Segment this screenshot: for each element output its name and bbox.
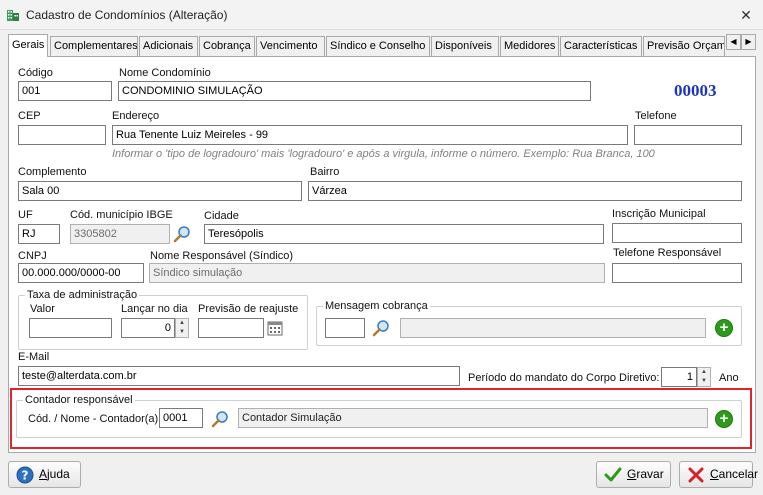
building-icon (7, 10, 19, 21)
inscricao-input[interactable] (612, 223, 742, 243)
tab-previsao-orcamento[interactable]: Previsão Orçam (643, 36, 725, 56)
cep-input[interactable] (18, 125, 106, 145)
endereco-label: Endereço (112, 110, 160, 122)
bairro-label: Bairro (310, 166, 340, 178)
spin-up-icon[interactable]: ▲ (698, 368, 710, 377)
help-button-label: juda (47, 467, 70, 481)
save-button-mnemonic: G (627, 467, 637, 481)
nome-condominio-label: Nome Condomínio (119, 67, 211, 79)
taxa-valor-label: Valor (30, 303, 55, 315)
tab-vencimento[interactable]: Vencimento (256, 36, 325, 56)
endereco-input[interactable]: Rua Tenente Luiz Meireles - 99 (112, 125, 628, 145)
uf-input[interactable]: RJ (18, 224, 60, 244)
contador-title: Contador responsável (23, 394, 135, 406)
tab-adicionais[interactable]: Adicionais (139, 36, 198, 56)
previsao-reajuste-label: Previsão de reajuste (198, 303, 299, 315)
mandato-spinner[interactable]: ▲ ▼ (697, 367, 711, 387)
title-bar: Cadastro de Condomínios (Alteração) ✕ (0, 0, 763, 30)
condominio-code-display: 00003 (674, 81, 717, 100)
inscricao-label: Inscrição Municipal (612, 208, 706, 220)
uf-label: UF (18, 209, 33, 221)
cidade-input[interactable]: Teresópolis (204, 224, 604, 244)
save-button[interactable]: Gravar (596, 461, 671, 488)
tel-responsavel-label: Telefone Responsável (613, 247, 722, 259)
telefone-input[interactable] (634, 125, 742, 145)
nome-condominio-input[interactable]: CONDOMINIO SIMULAÇÃO (118, 81, 591, 101)
mandato-unit: Ano (719, 372, 739, 384)
lancar-dia-spinner[interactable]: ▲ ▼ (175, 318, 189, 338)
lancar-dia-label: Lançar no dia (121, 303, 188, 315)
taxa-valor-input[interactable] (29, 318, 112, 338)
codigo-input[interactable]: 001 (18, 81, 112, 101)
tab-complementares[interactable]: Complementares (50, 36, 138, 56)
help-button[interactable]: ? Ajuda (8, 461, 81, 488)
question-icon: ? (16, 466, 34, 484)
cancel-button[interactable]: Cancelar (679, 461, 758, 488)
svg-text:?: ? (22, 469, 29, 483)
tab-gerais[interactable]: Gerais (8, 34, 48, 57)
calendar-icon[interactable] (266, 319, 284, 337)
tab-sindico-conselho[interactable]: Síndico e Conselho (326, 36, 430, 56)
complemento-label: Complemento (18, 166, 87, 178)
previsao-reajuste-input[interactable] (198, 318, 264, 338)
mensagem-code-input[interactable] (325, 318, 365, 338)
tab-caracteristicas[interactable]: Características (560, 36, 642, 56)
contador-code-input[interactable]: 0001 (159, 408, 203, 428)
complemento-input[interactable]: Sala 00 (18, 181, 302, 201)
save-button-label: ravar (636, 467, 664, 481)
cancel-button-mnemonic: C (710, 467, 719, 481)
mandato-input[interactable]: 1 (661, 367, 697, 387)
responsavel-label: Nome Responsável (Síndico) (150, 250, 294, 262)
tab-scroll-left-button[interactable]: ◀ (726, 34, 741, 50)
tab-strip: Gerais Complementares Adicionais Cobranç… (8, 34, 728, 57)
mensagem-text-input (400, 318, 706, 338)
x-icon (688, 467, 704, 483)
email-label: E-Mail (18, 351, 50, 363)
codigo-label: Código (18, 67, 53, 79)
email-input[interactable]: teste@alterdata.com.br (18, 366, 460, 386)
contador-name-input: Contador Simulação (238, 408, 708, 428)
cnpj-label: CNPJ (18, 250, 47, 262)
close-button[interactable]: ✕ (735, 4, 757, 26)
cancel-button-label: ancelar (718, 467, 759, 481)
lancar-dia-input[interactable]: 0 (121, 318, 175, 338)
taxa-administracao-title: Taxa de administração (25, 289, 140, 301)
telefone-label: Telefone (635, 110, 677, 122)
cidade-label: Cidade (204, 210, 239, 222)
endereco-hint: Informar o 'tipo de logradouro' mais 'lo… (112, 148, 655, 160)
tel-responsavel-input[interactable] (612, 263, 742, 283)
tab-medidores[interactable]: Medidores (500, 36, 559, 56)
mandato-label: Período do mandato do Corpo Diretivo: (468, 372, 660, 384)
tab-scroll-right-button[interactable]: ▶ (741, 34, 756, 50)
ibge-lookup-icon[interactable] (173, 225, 191, 243)
contador-label: Cód. / Nome - Contador(a) (28, 413, 159, 425)
cep-label: CEP (18, 110, 41, 122)
contador-add-icon[interactable]: + (715, 410, 733, 428)
checkmark-icon (604, 467, 622, 482)
ibge-input: 3305802 (70, 224, 170, 244)
ibge-label: Cód. município IBGE (70, 209, 173, 221)
tab-scroll: ◀ ▶ (726, 34, 756, 50)
spin-down-icon[interactable]: ▼ (698, 377, 710, 386)
bairro-input[interactable]: Várzea (308, 181, 742, 201)
spin-down-icon[interactable]: ▼ (176, 328, 188, 337)
contador-lookup-icon[interactable] (211, 410, 229, 428)
window-title: Cadastro de Condomínios (Alteração) (26, 8, 228, 22)
cnpj-input[interactable]: 00.000.000/0000-00 (18, 263, 144, 283)
tab-cobranca[interactable]: Cobrança (199, 36, 255, 56)
responsavel-input: Síndico simulação (149, 263, 605, 283)
mensagem-cobranca-title: Mensagem cobrança (323, 300, 430, 312)
mensagem-lookup-icon[interactable] (372, 319, 390, 337)
tab-disponiveis[interactable]: Disponíveis (431, 36, 499, 56)
mensagem-add-icon[interactable]: + (715, 319, 733, 337)
help-button-mnemonic: A (39, 467, 48, 481)
spin-up-icon[interactable]: ▲ (176, 319, 188, 328)
